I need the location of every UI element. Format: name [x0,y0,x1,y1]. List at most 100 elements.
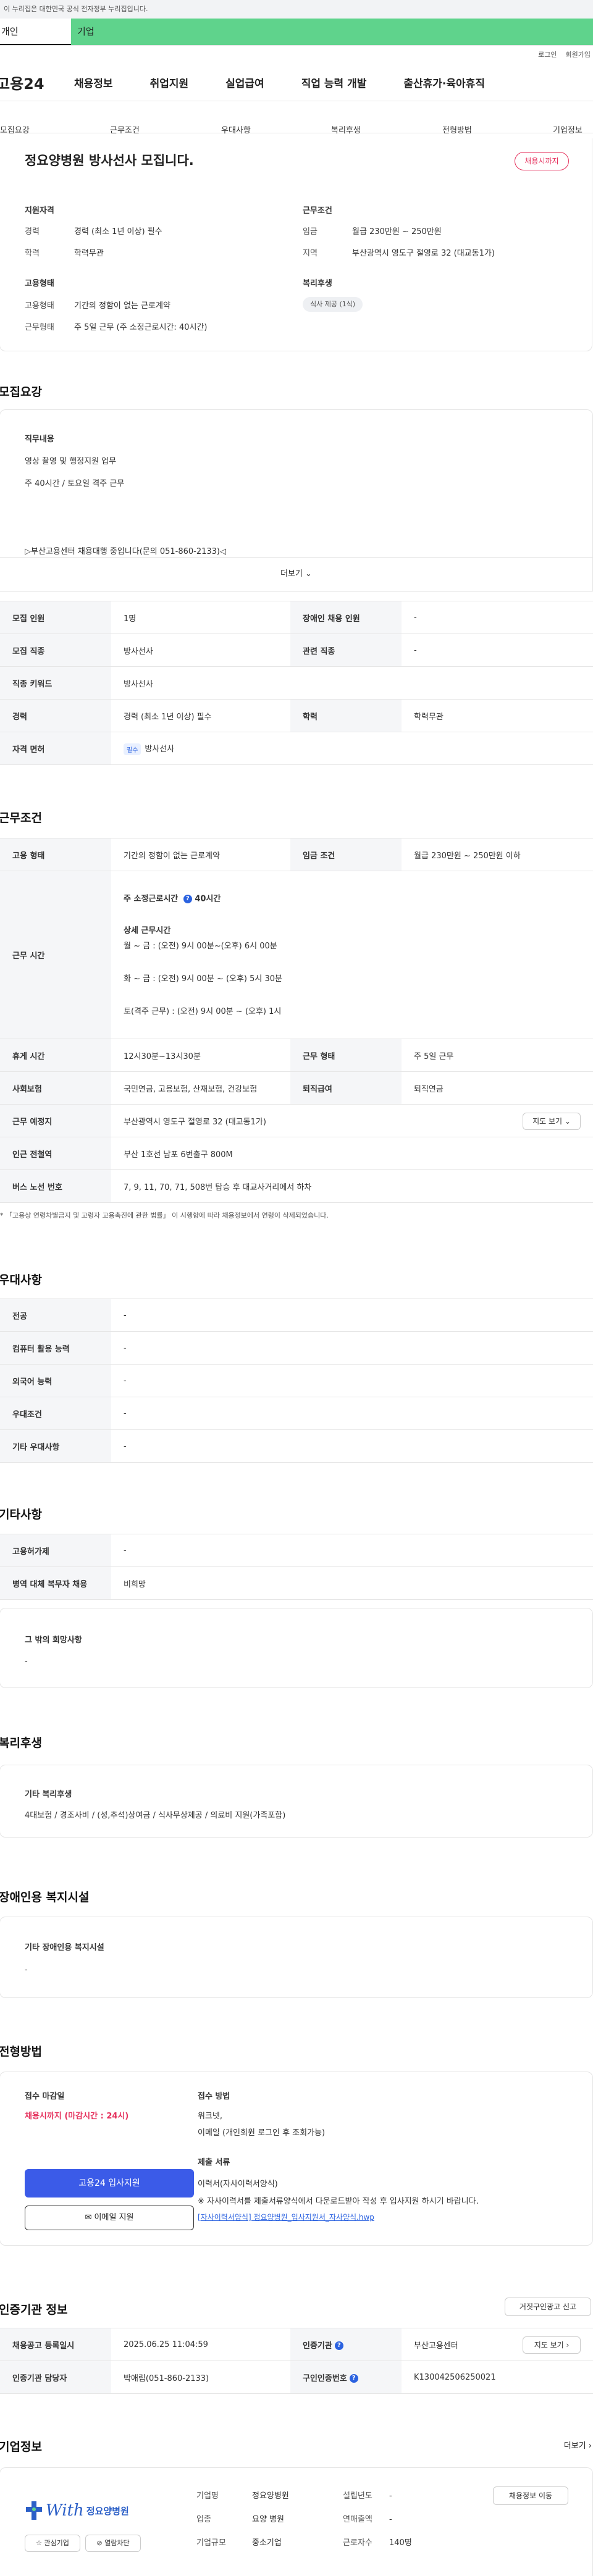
table-header: 근무 시간 [0,871,111,1039]
table-row: 근무 시간 주 소정근로시간 ? 40시간 상세 근무시간 월 ~ 금 : (오… [0,871,593,1039]
welfare-chip: 식사 제공 (1식) [303,297,363,312]
login-link[interactable]: 로그인 [538,51,557,59]
welfare-label: 복리후생 [303,279,332,288]
region-summary: 지역 부산광역시 영도구 절영로 32 (대교동1가) [303,249,495,258]
company-name: 기업명 정요양병원 [196,2491,289,2501]
nav-employment-support[interactable]: 취업지원 [150,75,189,90]
nav-leave[interactable]: 출산휴가·육아휴직 [403,75,485,90]
table-header: 근무 형태 [290,1039,402,1072]
table-cell: 1명 [111,601,290,634]
company-box: With 정요양병원 ☆ 관심기업 ⊘ 열람차단 기업명 정요양병원 업종 요양 병… [0,2467,593,2576]
table-row: 모집 직종 방사선사 관련 직종 - [0,634,593,667]
conditions-table: 고용 형태 기간의 정함이 없는 근로계약 임금 조건 월급 230만원 ~ 2… [0,838,593,1203]
table-cell: 방사선사 [111,634,290,667]
table-row: 외국어 능력 - [0,1364,593,1397]
table-row: 채용공고 등록일시 2025.06.25 11:04:59 인증기관? 부산고용… [0,2328,593,2361]
table-header: 컴퓨터 활용 능력 [0,1331,111,1365]
weekly-hours: 주 소정근로시간 ? 40시간 [124,894,221,903]
table-row: 버스 노선 번호 7, 9, 11, 70, 71, 508번 탑승 후 대교사… [0,1169,593,1203]
table-header: 병역 대체 복무자 채용 [0,1566,111,1600]
table-header: 근무 예정지 [0,1104,111,1137]
nav-jobs[interactable]: 채용정보 [74,75,113,90]
report-ad-button[interactable]: 거짓구인광고 신고 [505,2298,591,2316]
table-cell: - [111,1429,593,1463]
table-cell: 7, 9, 11, 70, 71, 508번 탑승 후 대교사거리에서 하차 [111,1169,593,1203]
email-apply-button[interactable]: ✉ 이메일 지원 [25,2206,194,2230]
signup-link[interactable]: 회원가입 [566,51,591,59]
table-header: 고용허가제 [0,1534,111,1567]
table-row: 전공 - [0,1298,593,1332]
table-row: 휴게 시간 12시30분~13시30분 근무 형태 주 5일 근무 [0,1039,593,1072]
anchor-welfare[interactable]: 복리후생 [331,123,361,135]
table-cell: - [111,1298,593,1332]
nav-skills[interactable]: 직업 능력 개발 [301,75,367,90]
resume-file-link[interactable]: [자사이력서양식] 정요양병원_입사지원서_자사양식.hwp [198,2212,374,2222]
other-heading: 기타사항 [0,1508,42,1521]
info-icon[interactable]: ? [334,2341,343,2350]
job-summary-card: 정요양병원 방사선사 모집니다. 채용시까지 지원자격 경력 경력 (최소 1년 … [0,138,592,351]
method-label: 접수 방법 [198,2092,230,2101]
table-header: 임금 조건 [290,838,402,871]
company-industry: 업종 요양 병원 [196,2515,284,2524]
deadline-badge: 채용시까지 [515,152,569,170]
info-icon[interactable]: ? [349,2374,358,2383]
education-summary: 학력 학력무관 [25,249,104,258]
tab-personal[interactable]: 개인 [0,19,71,45]
conditions-label: 근무조건 [303,206,332,215]
block-company-button[interactable]: ⊘ 열람차단 [85,2535,141,2552]
age-notice: * 「고용상 연령차별금지 및 고령자 고용촉진에 관한 법률」 이 시행함에 … [0,1211,329,1219]
table-cell: 방사선사 [111,666,593,700]
anchor-prefer[interactable]: 우대사항 [221,123,251,135]
table-header: 인증기관? [290,2328,402,2361]
table-header: 구인인증번호? [290,2361,402,2394]
disability-box: 기타 장애인용 복지시설 - [0,1917,593,1998]
site-logo[interactable]: 고용24 [0,72,74,93]
table-cell: 부산광역시 영도구 절영로 32 (대교동1가) 지도 보기 ⌄ [111,1104,593,1137]
table-header: 경력 [0,699,111,732]
table-header: 채용공고 등록일시 [0,2328,111,2361]
wage-summary: 임금 월급 230만원 ~ 250만원 [303,227,442,236]
table-header: 관련 직종 [290,634,402,667]
map-button[interactable]: 지도 보기 ⌄ [523,1113,581,1130]
table-row: 기타 우대사항 - [0,1429,593,1463]
anchor-screening[interactable]: 전형방법 [442,123,472,135]
table-row: 컴퓨터 활용 능력 - [0,1331,593,1365]
qualification-label: 지원자격 [25,206,54,215]
table-cell: 주 5일 근무 [402,1039,593,1072]
disability-value: - [25,1965,28,1975]
table-row: 사회보험 국민연금, 고용보험, 산재보험, 건강보험 퇴직급여 퇴직연금 [0,1071,593,1105]
info-icon[interactable]: ? [183,894,192,903]
welfare-heading: 복리후생 [0,1736,42,1750]
welfare-value: 4대보험 / 경조사비 / (성,추석)상여금 / 식사무상제공 / 의료비 지… [25,1811,286,1820]
anchor-company[interactable]: 기업정보 [553,123,582,135]
table-row: 직종 키워드 방사선사 [0,666,593,700]
table-cell: 국민연금, 고용보험, 산재보험, 건강보험 [111,1071,290,1105]
anchor-conditions[interactable]: 근무조건 [110,123,140,135]
nav-unemployment-benefit[interactable]: 실업급여 [225,75,264,90]
map-button[interactable]: 지도 보기 › [523,2336,581,2354]
hours-line: 월 ~ 금 : (오전) 9시 00분~(오후) 6시 00분 [124,941,277,951]
apply-button[interactable]: 고용24 입사지원 [25,2169,194,2198]
table-header: 퇴직급여 [290,1071,402,1105]
disability-heading: 장애인용 복지시설 [0,1891,90,1904]
wish-label: 그 밖의 희망사항 [25,1636,82,1645]
company-scale: 기업규모 중소기업 [196,2538,282,2548]
cert-table: 채용공고 등록일시 2025.06.25 11:04:59 인증기관? 부산고용… [0,2328,593,2394]
table-cell: 퇴직연금 [402,1071,593,1105]
user-type-tabs: 개인 기업 [0,19,593,46]
job-list-button[interactable]: 채용정보 이동 [493,2486,568,2505]
table-cell: 비희망 [111,1566,593,1600]
more-button[interactable]: 더보기 ⌄ [0,557,593,592]
table-row: 우대조건 - [0,1397,593,1430]
favorite-company-button[interactable]: ☆ 관심기업 [25,2535,80,2552]
table-header: 자격 면허 [0,732,111,765]
table-row: 자격 면허 필수 방사선사 [0,732,593,765]
table-cell: 박애림(051-860-2133) [111,2361,290,2394]
company-more-link[interactable]: 더보기 › [564,2439,592,2451]
table-row: 인증기관 담당자 박애림(051-860-2133) 구인인증번호? K1300… [0,2361,593,2394]
gov-notice: 이 누리집은 대한민국 공식 전자정부 누리집입니다. [0,0,593,19]
table-cell: 기간의 정함이 없는 근로계약 [111,838,290,871]
table-header: 사회보험 [0,1071,111,1105]
tab-company[interactable]: 기업 [71,19,593,45]
anchor-recruit[interactable]: 모집요강 [0,123,30,135]
